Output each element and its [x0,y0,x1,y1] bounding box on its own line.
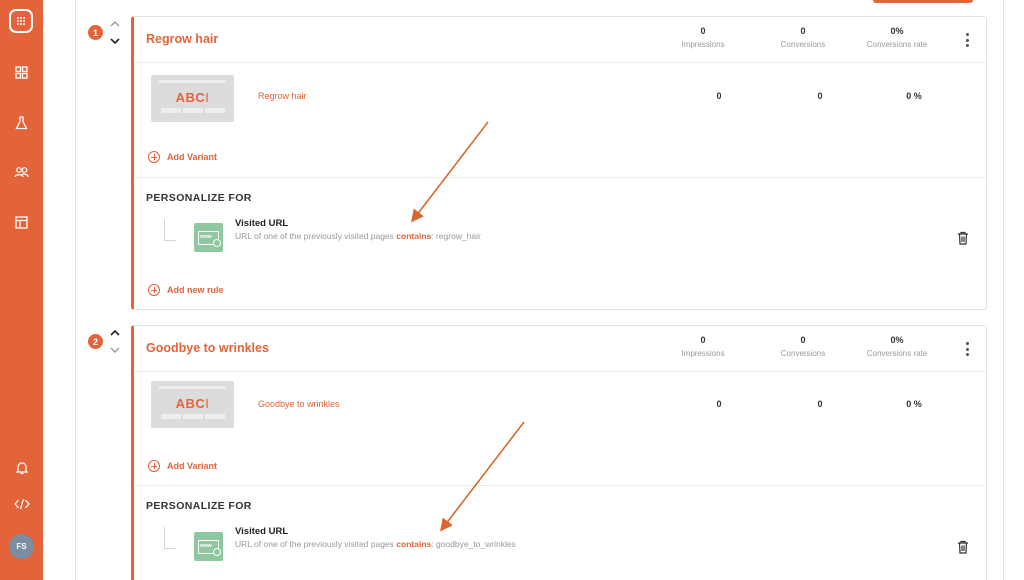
card-header: Goodbye to wrinkles 0 Impressions 0 Conv… [134,326,986,372]
variant-name[interactable]: Regrow hair [258,91,307,101]
rule-description: URL of one of the previously visited pag… [235,231,481,241]
add-variant-button[interactable]: Add Variant [148,460,217,472]
experience-card: Goodbye to wrinkles 0 Impressions 0 Conv… [131,325,987,580]
tree-connector [164,219,176,241]
content-border-left [75,0,76,580]
trash-icon[interactable] [957,231,969,245]
visited-url-icon: www [194,532,223,561]
rule-description: URL of one of the previously visited pag… [235,539,516,549]
plus-circle-icon [148,284,160,296]
avatar[interactable]: FS [9,534,34,559]
variant-rate: 0 % [906,91,922,101]
experience-title[interactable]: Regrow hair [146,32,218,46]
variant-thumbnail[interactable]: ABCI [151,75,234,122]
more-options-icon[interactable] [965,342,969,356]
variant-conversions: 0 [817,91,823,101]
step-number: 2 [88,334,103,349]
divider [134,177,986,178]
layout-icon[interactable] [0,210,43,234]
personalize-for-heading: PERSONALIZE FOR [146,500,252,512]
sidebar: FS [0,0,43,580]
conversion-rate-metric: 0% Conversions rate [866,335,928,358]
tree-connector [164,527,176,549]
experience-card: Regrow hair 0 Impressions 0 Conversions … [131,16,987,310]
conversions-metric: 0 Conversions [780,335,826,358]
variant-name[interactable]: Goodbye to wrinkles [258,399,340,409]
variant-conversions: 0 [817,399,823,409]
top-action-button[interactable] [873,0,973,3]
plus-circle-icon [148,460,160,472]
chevron-down-icon[interactable] [109,36,121,46]
step-number: 1 [88,25,103,40]
chevron-up-icon[interactable] [109,328,121,338]
code-icon[interactable] [0,492,43,516]
visited-url-icon: www [194,223,223,252]
experience-title[interactable]: Goodbye to wrinkles [146,341,269,355]
variant-thumbnail[interactable]: ABCI [151,381,234,428]
logo-icon[interactable] [9,9,33,33]
content-border-right [1003,0,1004,580]
impressions-metric: 0 Impressions [681,26,725,49]
variant-rate: 0 % [906,399,922,409]
add-variant-button[interactable]: Add Variant [148,151,217,163]
divider [134,485,986,486]
personalize-for-heading: PERSONALIZE FOR [146,192,252,204]
conversion-rate-metric: 0% Conversions rate [866,26,928,49]
chevron-up-icon[interactable] [109,19,121,29]
chevron-down-icon[interactable] [109,345,121,355]
trash-icon[interactable] [957,540,969,554]
thumbnail-text: ABCI [175,90,210,105]
add-new-rule-button[interactable]: Add new rule [148,284,224,296]
bell-icon[interactable] [0,456,43,480]
dashboard-icon[interactable] [0,60,43,84]
card-header: Regrow hair 0 Impressions 0 Conversions … [134,17,986,63]
rule-title: Visited URL [235,218,289,229]
conversions-metric: 0 Conversions [780,26,826,49]
users-icon[interactable] [0,160,43,184]
more-options-icon[interactable] [965,33,969,47]
variant-impressions: 0 [716,399,722,409]
rule-title: Visited URL [235,526,289,537]
thumbnail-text: ABCI [175,396,210,411]
flask-icon[interactable] [0,111,43,135]
impressions-metric: 0 Impressions [681,335,725,358]
variant-impressions: 0 [716,91,722,101]
plus-circle-icon [148,151,160,163]
